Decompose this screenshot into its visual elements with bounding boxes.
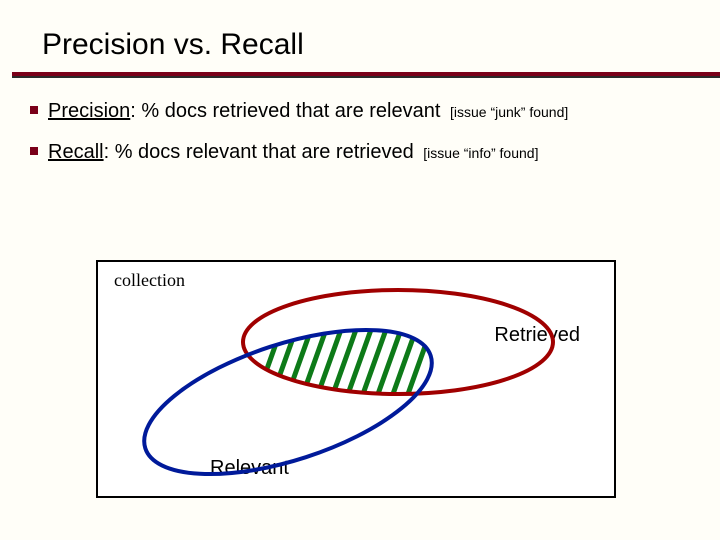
bullet-text: Precision: % docs retrieved that are rel… — [48, 100, 568, 123]
issue-note: [issue “info” found] — [423, 145, 538, 161]
bullet-icon — [30, 106, 38, 114]
slide-title: Precision vs. Recall — [42, 28, 720, 62]
definition: : % docs retrieved that are relevant — [130, 100, 440, 122]
bullet-icon — [30, 147, 38, 155]
bullet-precision: Precision: % docs retrieved that are rel… — [30, 100, 690, 123]
term: Recall — [48, 141, 104, 163]
venn-diagram: collection Retrieved Relevant — [96, 260, 616, 498]
venn-svg — [98, 262, 618, 500]
term: Precision — [48, 100, 130, 122]
bullet-text: Recall: % docs relevant that are retriev… — [48, 141, 538, 164]
issue-note: [issue “junk” found] — [450, 104, 568, 120]
definition: : % docs relevant that are retrieved — [104, 141, 414, 163]
bullet-list: Precision: % docs retrieved that are rel… — [0, 78, 720, 164]
bullet-recall: Recall: % docs relevant that are retriev… — [30, 141, 690, 164]
title-block: Precision vs. Recall — [0, 0, 720, 62]
relevant-ellipse — [127, 300, 448, 500]
